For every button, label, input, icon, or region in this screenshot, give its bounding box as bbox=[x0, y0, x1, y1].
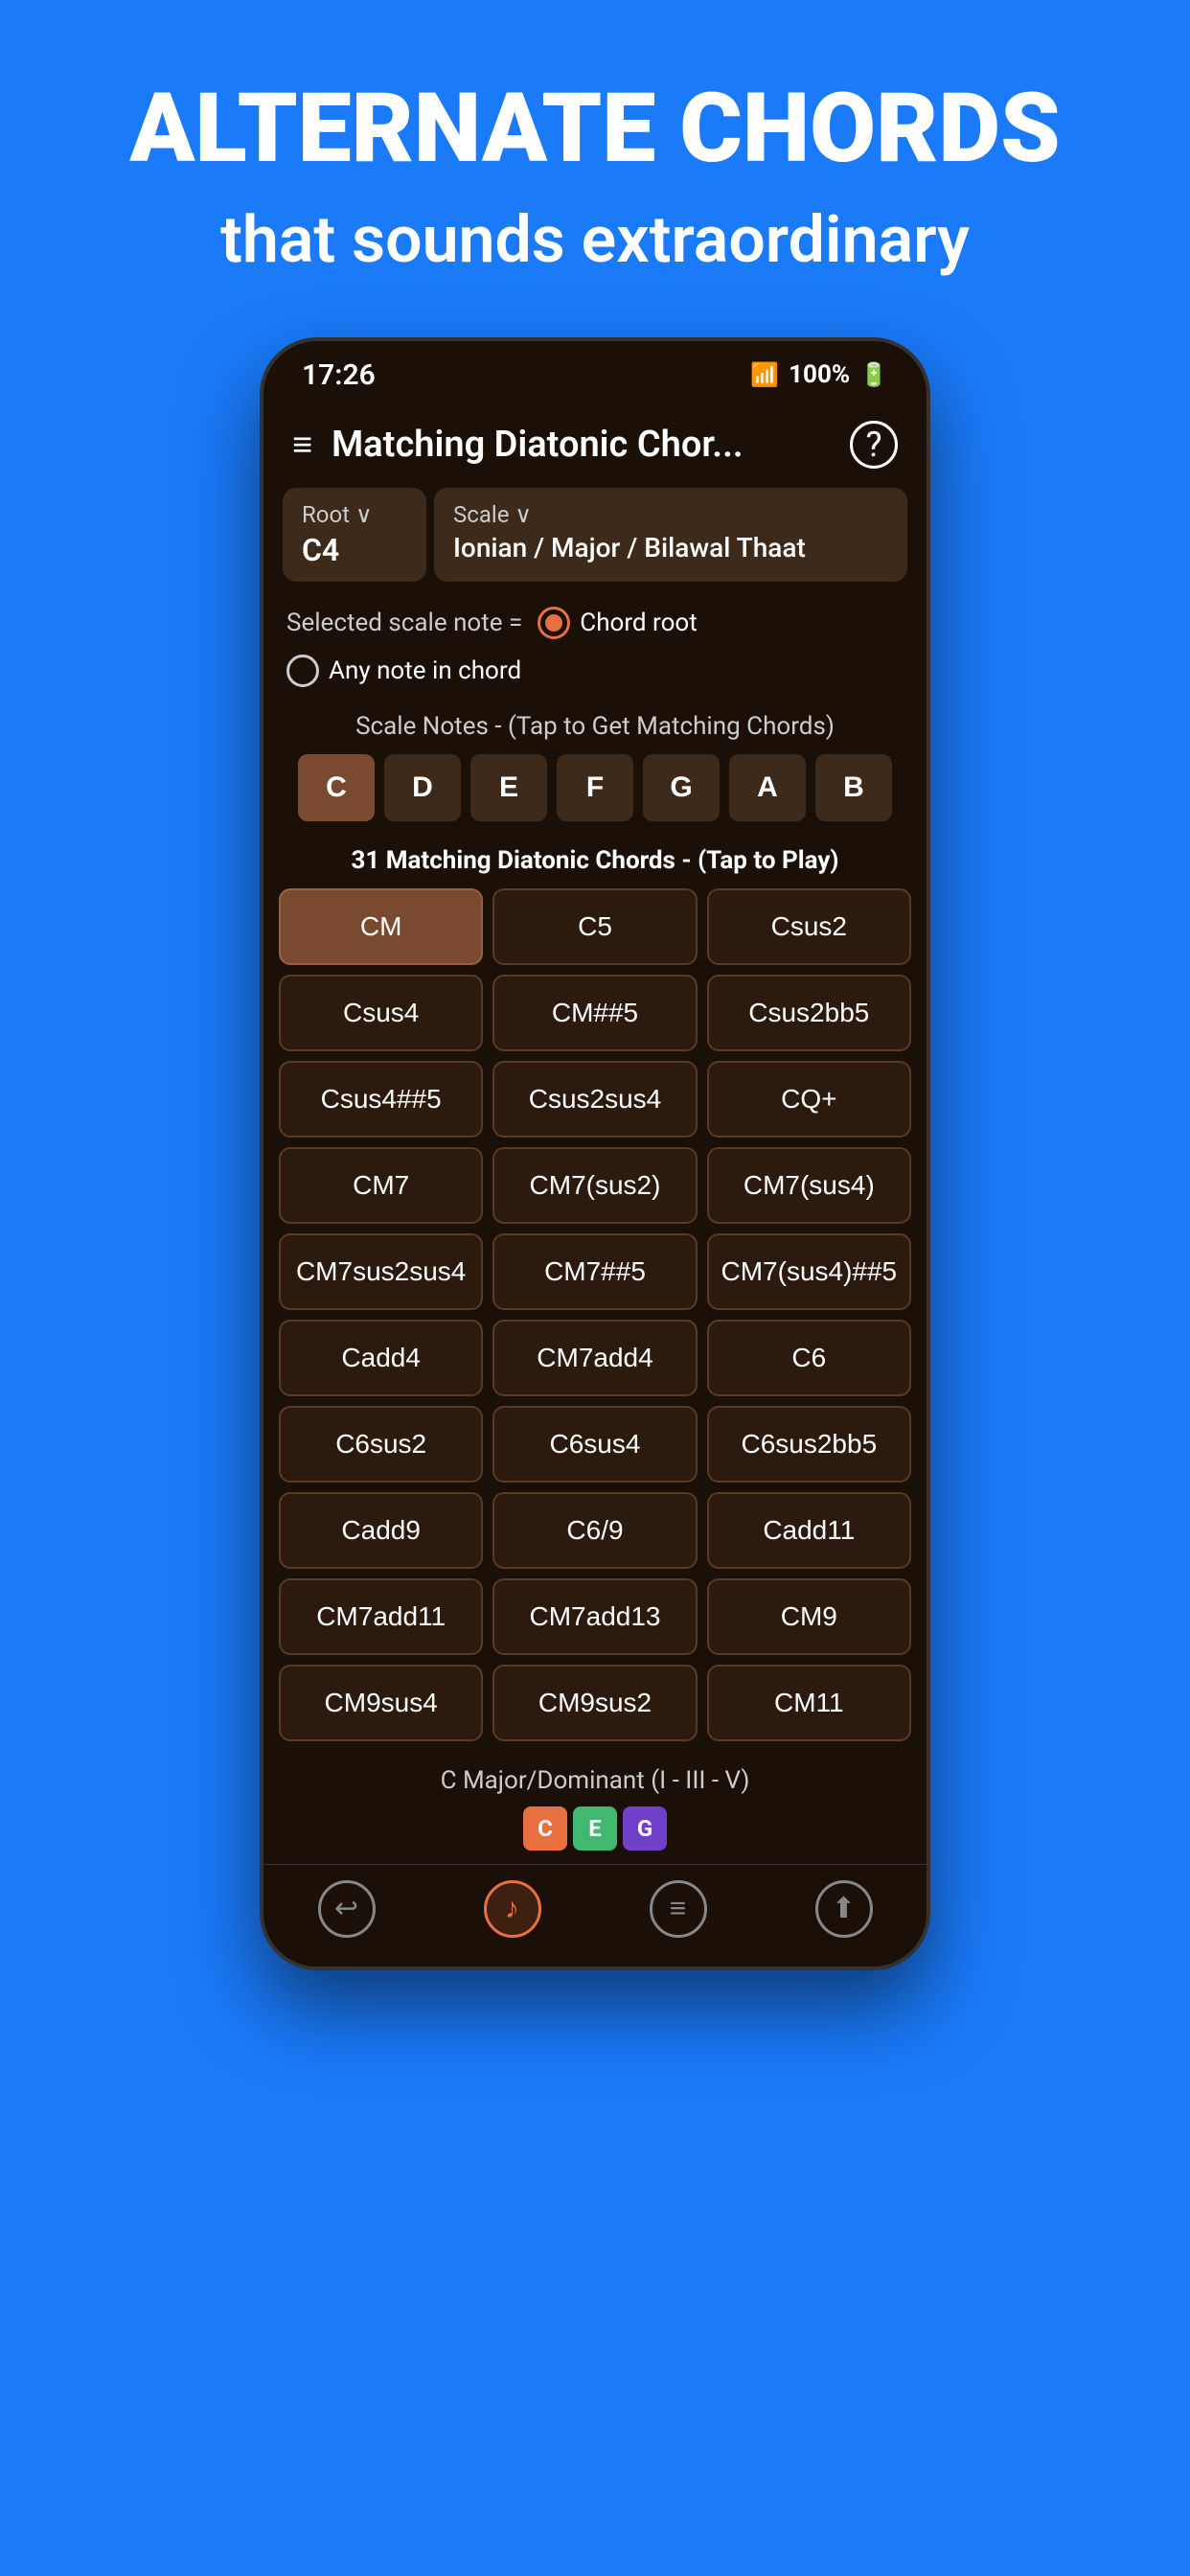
chord-button-cm7-sus4-[interactable]: CM7(sus4) bbox=[707, 1147, 911, 1224]
note-chip-c: C bbox=[523, 1806, 567, 1851]
note-button-a[interactable]: A bbox=[729, 754, 806, 821]
chord-button-cm11[interactable]: CM11 bbox=[707, 1665, 911, 1741]
chord-button-cq-[interactable]: CQ+ bbox=[707, 1061, 911, 1138]
scale-notes-label: Scale Notes - (Tap to Get Matching Chord… bbox=[263, 702, 927, 754]
matching-count: 31 bbox=[351, 846, 379, 875]
nav-back-icon: ↩ bbox=[318, 1880, 376, 1938]
status-bar: 17:26 📶 100% 🔋 bbox=[263, 341, 927, 402]
radio-prefix: Selected scale note = bbox=[286, 609, 522, 637]
chord-button-cadd4[interactable]: Cadd4 bbox=[279, 1320, 483, 1396]
nav-share-button[interactable]: ⬆ bbox=[815, 1880, 873, 1938]
scale-value: Ionian / Major / Bilawal Thaat bbox=[453, 532, 888, 564]
chord-button-c6[interactable]: C6 bbox=[707, 1320, 911, 1396]
chord-button-cm9sus4[interactable]: CM9sus4 bbox=[279, 1665, 483, 1741]
nav-menu-icon: ≡ bbox=[650, 1880, 707, 1938]
note-button-f[interactable]: F bbox=[557, 754, 633, 821]
note-button-e[interactable]: E bbox=[470, 754, 547, 821]
chord-button-cm7-sus4---5[interactable]: CM7(sus4)##5 bbox=[707, 1233, 911, 1310]
nav-back-button[interactable]: ↩ bbox=[318, 1880, 376, 1938]
chord-button-cm7[interactable]: CM7 bbox=[279, 1147, 483, 1224]
root-value: C4 bbox=[302, 532, 407, 568]
chord-info-label: C Major/Dominant (I - III - V) bbox=[263, 1757, 927, 1801]
chord-button-c6sus2bb5[interactable]: C6sus2bb5 bbox=[707, 1406, 911, 1483]
note-chips: C E G bbox=[263, 1801, 927, 1864]
chord-button-csus4[interactable]: Csus4 bbox=[279, 975, 483, 1051]
wifi-icon: 📶 bbox=[750, 361, 779, 388]
chord-button-csus2sus4[interactable]: Csus2sus4 bbox=[492, 1061, 697, 1138]
chord-button-c5[interactable]: C5 bbox=[492, 888, 697, 965]
any-note-label: Any note in chord bbox=[329, 656, 521, 685]
chord-button-c6sus4[interactable]: C6sus4 bbox=[492, 1406, 697, 1483]
nav-menu-button[interactable]: ≡ bbox=[650, 1880, 707, 1938]
top-bar: ≡ Matching Diatonic Chor... ? bbox=[263, 402, 927, 488]
scale-label: Scale ∨ bbox=[453, 501, 888, 528]
chord-button-cadd11[interactable]: Cadd11 bbox=[707, 1492, 911, 1569]
chord-button-cm7-sus2-[interactable]: CM7(sus2) bbox=[492, 1147, 697, 1224]
battery-status: 100% bbox=[789, 360, 850, 389]
bottom-nav: ↩ ♪ ≡ ⬆ bbox=[263, 1864, 927, 1966]
chord-button-cm--5[interactable]: CM##5 bbox=[492, 975, 697, 1051]
chord-button-c6sus2[interactable]: C6sus2 bbox=[279, 1406, 483, 1483]
scale-selector[interactable]: Scale ∨ Ionian / Major / Bilawal Thaat bbox=[434, 488, 907, 582]
chord-root-option[interactable]: Chord root bbox=[538, 607, 697, 639]
radio-row: Selected scale note = Chord root Any not… bbox=[263, 591, 927, 702]
note-chip-g: G bbox=[623, 1806, 667, 1851]
hero-title: ALTERNATE CHORDS bbox=[57, 77, 1133, 182]
help-button[interactable]: ? bbox=[850, 421, 898, 469]
status-icons: 📶 100% 🔋 bbox=[750, 360, 888, 389]
chord-button-csus2bb5[interactable]: Csus2bb5 bbox=[707, 975, 911, 1051]
chord-button-cm7add4[interactable]: CM7add4 bbox=[492, 1320, 697, 1396]
nav-music-button[interactable]: ♪ bbox=[484, 1880, 541, 1938]
note-buttons: CDEFGAB bbox=[263, 754, 927, 837]
chord-button-cm7sus2sus4[interactable]: CM7sus2sus4 bbox=[279, 1233, 483, 1310]
chord-button-csus4--5[interactable]: Csus4##5 bbox=[279, 1061, 483, 1138]
hero-section: ALTERNATE CHORDS that sounds extraordina… bbox=[0, 0, 1190, 337]
chord-button-cm9sus2[interactable]: CM9sus2 bbox=[492, 1665, 697, 1741]
chord-button-cadd9[interactable]: Cadd9 bbox=[279, 1492, 483, 1569]
note-button-d[interactable]: D bbox=[384, 754, 461, 821]
any-note-radio[interactable] bbox=[286, 655, 319, 687]
hero-subtitle: that sounds extraordinary bbox=[57, 201, 1133, 280]
chord-button-c6-9[interactable]: C6/9 bbox=[492, 1492, 697, 1569]
note-chip-e: E bbox=[573, 1806, 617, 1851]
chord-root-radio[interactable] bbox=[538, 607, 570, 639]
nav-music-icon: ♪ bbox=[484, 1880, 541, 1938]
chord-button-cm9[interactable]: CM9 bbox=[707, 1578, 911, 1655]
chord-button-cm7add11[interactable]: CM7add11 bbox=[279, 1578, 483, 1655]
chord-button-cm7--5[interactable]: CM7##5 bbox=[492, 1233, 697, 1310]
matching-label: 31 Matching Diatonic Chords - (Tap to Pl… bbox=[263, 837, 927, 888]
note-button-g[interactable]: G bbox=[643, 754, 720, 821]
note-button-c[interactable]: C bbox=[298, 754, 375, 821]
battery-icon: 🔋 bbox=[859, 361, 888, 388]
note-button-b[interactable]: B bbox=[815, 754, 892, 821]
chord-root-label: Chord root bbox=[580, 609, 697, 637]
app-title: Matching Diatonic Chor... bbox=[332, 424, 850, 466]
root-label: Root ∨ bbox=[302, 501, 407, 528]
chord-button-cm7add13[interactable]: CM7add13 bbox=[492, 1578, 697, 1655]
chord-button-csus2[interactable]: Csus2 bbox=[707, 888, 911, 965]
hamburger-menu-button[interactable]: ≡ bbox=[292, 425, 312, 465]
phone-container: 17:26 📶 100% 🔋 ≡ Matching Diatonic Chor.… bbox=[260, 337, 930, 1970]
any-note-option[interactable]: Any note in chord bbox=[286, 655, 521, 687]
chord-root-radio-inner bbox=[545, 614, 562, 632]
chord-grid: CMC5Csus2 Csus4CM##5Csus2bb5 Csus4##5Csus2… bbox=[263, 888, 927, 1757]
matching-label-suffix: Matching Diatonic Chords - (Tap to Play) bbox=[379, 846, 838, 875]
selector-row: Root ∨ C4 Scale ∨ Ionian / Major / Bilaw… bbox=[283, 488, 907, 582]
nav-share-icon: ⬆ bbox=[815, 1880, 873, 1938]
chord-button-cm[interactable]: CM bbox=[279, 888, 483, 965]
status-time: 17:26 bbox=[302, 358, 376, 392]
root-selector[interactable]: Root ∨ C4 bbox=[283, 488, 426, 582]
